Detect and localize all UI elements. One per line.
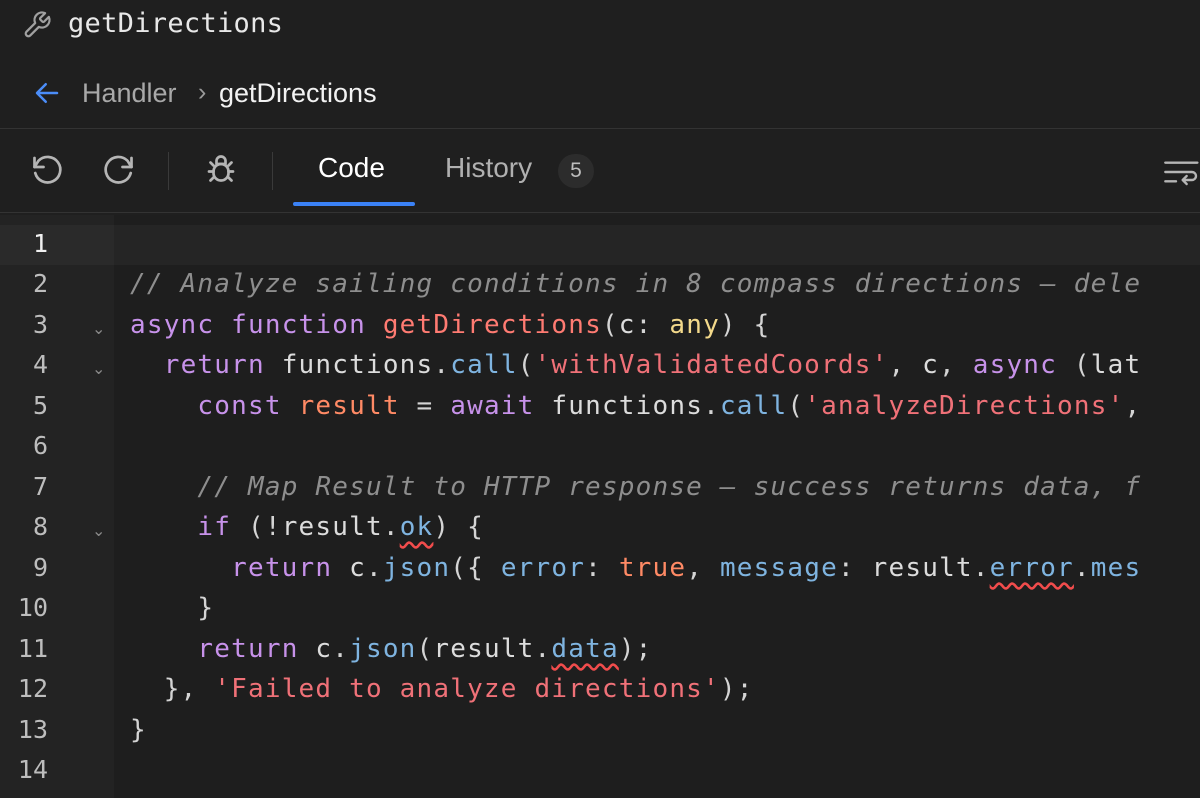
toolbar-divider	[168, 152, 169, 190]
breadcrumb-separator: ›	[198, 78, 207, 106]
breadcrumb-current: getDirections	[219, 78, 377, 108]
line-number: 2	[32, 269, 48, 298]
active-tab-indicator	[293, 202, 415, 206]
breadcrumb-parent[interactable]: Handler	[82, 78, 177, 109]
fold-chevron-icon[interactable]: ⌄	[92, 319, 105, 339]
line-number: 11	[17, 634, 48, 663]
undo-icon[interactable]	[30, 152, 66, 188]
line-number: 12	[17, 674, 48, 703]
line-number-gutter	[0, 215, 114, 798]
code-line[interactable]: }, 'Failed to analyze directions');	[130, 674, 754, 704]
line-number: 10	[17, 593, 48, 622]
current-line-highlight	[114, 225, 1200, 265]
line-number: 6	[32, 431, 48, 460]
line-number: 8	[32, 512, 48, 541]
code-line[interactable]: return c.json(result.data);	[130, 634, 653, 664]
tab-history[interactable]: History	[445, 152, 532, 196]
window-title: getDirections	[68, 8, 284, 39]
line-number: 13	[17, 715, 48, 744]
code-line[interactable]: if (!result.ok) {	[130, 512, 484, 542]
line-number: 1	[32, 229, 48, 258]
code-line[interactable]: // Analyze sailing conditions in 8 compa…	[130, 269, 1141, 299]
toolbar-divider	[272, 152, 273, 190]
code-line[interactable]: async function getDirections(c: any) {	[130, 310, 770, 340]
editor-toolbar: Code History 5	[0, 130, 1200, 213]
arrow-left-icon[interactable]	[32, 78, 62, 108]
title-bar: getDirections	[0, 0, 1200, 56]
line-number: 7	[32, 472, 48, 501]
code-editor[interactable]: 1 2 3 4 5 6 7 8 9 10 11 12 13 14 ⌄ ⌄ ⌄ /…	[0, 215, 1200, 798]
code-line[interactable]: const result = await functions.call('ana…	[130, 391, 1141, 421]
line-number: 9	[32, 553, 48, 582]
line-number: 5	[32, 391, 48, 420]
word-wrap-icon[interactable]	[1160, 154, 1200, 190]
fold-chevron-icon[interactable]: ⌄	[92, 359, 105, 379]
line-number: 14	[17, 755, 48, 784]
fold-chevron-icon[interactable]: ⌄	[92, 521, 105, 541]
line-number: 3	[32, 310, 48, 339]
code-line[interactable]: }	[130, 593, 214, 623]
code-line[interactable]: return functions.call('withValidatedCoor…	[130, 350, 1141, 380]
breadcrumb: Handler › getDirections	[0, 62, 1200, 129]
code-line[interactable]: // Map Result to HTTP response — success…	[130, 472, 1141, 502]
code-line[interactable]: return c.json({ error: true, message: re…	[130, 553, 1141, 583]
code-line[interactable]: }	[130, 715, 147, 745]
bug-icon[interactable]	[203, 152, 239, 188]
redo-icon[interactable]	[100, 152, 136, 188]
history-count-badge: 5	[558, 154, 594, 188]
line-number: 4	[32, 350, 48, 379]
wrench-icon	[24, 11, 51, 38]
tab-code[interactable]: Code	[318, 152, 385, 196]
